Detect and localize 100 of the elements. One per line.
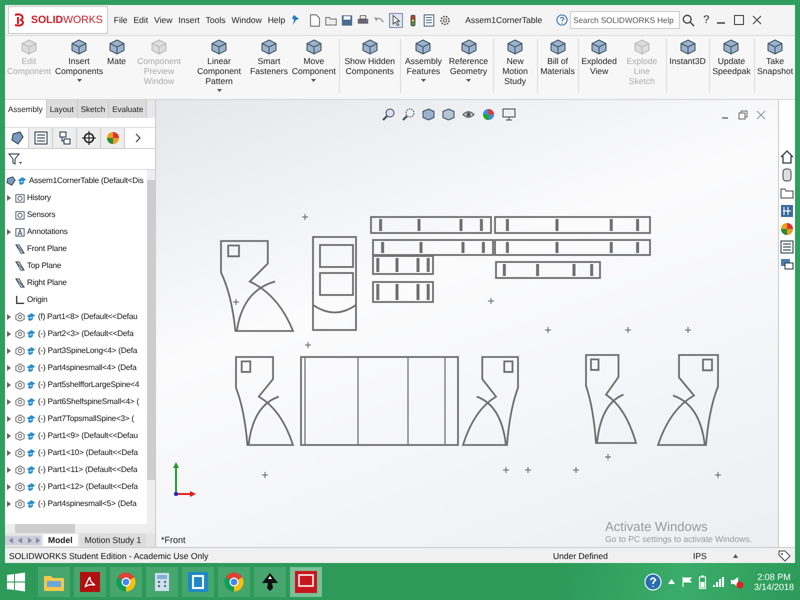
chevron-icon[interactable] bbox=[135, 133, 141, 143]
tree-item[interactable]: History bbox=[27, 193, 51, 202]
menu-item[interactable]: Help bbox=[268, 15, 286, 25]
ribbon-button[interactable]: Reference Geometry bbox=[445, 39, 492, 82]
expand-arrow-icon[interactable] bbox=[7, 194, 11, 200]
ribbon-button[interactable]: Smart Fasteners bbox=[248, 39, 290, 76]
tree-item[interactable]: (-) Part1<9> (Default<<Defau bbox=[38, 431, 138, 440]
maximize-icon[interactable] bbox=[733, 14, 746, 26]
taskbar-app[interactable] bbox=[182, 566, 214, 596]
expand-arrow-icon[interactable] bbox=[7, 382, 11, 388]
battery-icon[interactable] bbox=[698, 574, 706, 588]
tree-item[interactable]: (-) Part2<3> (Default<<Defa bbox=[38, 329, 134, 338]
expand-arrow-icon[interactable] bbox=[7, 466, 11, 472]
tree-item[interactable]: (-) Part1<10> (Default<<Defa bbox=[38, 448, 138, 457]
command-tab[interactable]: Evaluate bbox=[109, 100, 148, 118]
scrollbar[interactable] bbox=[5, 524, 155, 533]
command-tab[interactable]: Sketch bbox=[78, 100, 110, 118]
navigation-arrows-icon[interactable] bbox=[5, 536, 41, 544]
menu-item[interactable]: Edit bbox=[133, 15, 148, 25]
tree-item[interactable]: (-) Part4spinesmall<4> (Defa bbox=[38, 363, 137, 372]
cube-icon[interactable] bbox=[442, 108, 455, 121]
sphere-icon[interactable] bbox=[482, 108, 495, 121]
units-selector[interactable]: IPS bbox=[693, 550, 733, 560]
pin-icon[interactable] bbox=[291, 14, 302, 26]
caret-icon[interactable] bbox=[668, 579, 675, 584]
restore-icon[interactable] bbox=[738, 110, 748, 120]
zoom-area-icon[interactable] bbox=[402, 108, 415, 121]
expand-arrow-icon[interactable] bbox=[7, 330, 11, 336]
expand-arrow-icon[interactable] bbox=[7, 228, 11, 234]
ribbon-button[interactable]: Move Component bbox=[290, 39, 338, 82]
chat-icon[interactable] bbox=[780, 258, 794, 272]
sphere-icon[interactable] bbox=[780, 222, 794, 236]
app-logo[interactable]: SOLIDWORKS bbox=[8, 6, 108, 34]
home-icon[interactable] bbox=[780, 150, 794, 164]
tree-item[interactable]: (-) Part5shelfforLargeSpine<4 bbox=[38, 380, 140, 389]
expand-arrow-icon[interactable] bbox=[7, 416, 11, 422]
tree-item[interactable]: Assem1CornerTable (Default<Dis bbox=[29, 176, 144, 185]
panel-tab[interactable] bbox=[77, 128, 101, 148]
help-menu[interactable]: ? bbox=[703, 14, 710, 26]
start-icon[interactable] bbox=[6, 572, 26, 592]
ribbon-button[interactable]: Show Hidden Components bbox=[340, 39, 400, 76]
tree-item[interactable]: (-) Part6ShelfspineSmall<4> ( bbox=[38, 397, 140, 406]
panel-tab[interactable] bbox=[29, 128, 53, 148]
ribbon-button[interactable]: Update Speedpak bbox=[710, 39, 753, 76]
expand-arrow-icon[interactable] bbox=[7, 348, 11, 354]
tree-item[interactable]: (-) Part3SpineLong<4> (Defa bbox=[38, 346, 138, 355]
ribbon-button[interactable]: Assembly Features bbox=[402, 39, 446, 82]
model-tab[interactable]: Model bbox=[43, 534, 78, 546]
cursor-icon[interactable] bbox=[389, 12, 404, 28]
ribbon-button[interactable]: New Motion Study bbox=[494, 39, 536, 86]
help-icon[interactable] bbox=[644, 572, 662, 590]
search-icon[interactable] bbox=[682, 14, 696, 26]
tree-item[interactable]: (-) Part1<12> (Default<<Defa bbox=[38, 482, 138, 491]
signal-icon[interactable] bbox=[712, 576, 724, 588]
menu-item[interactable]: View bbox=[154, 15, 172, 25]
ribbon-button[interactable]: Linear Component Pattern bbox=[190, 39, 248, 92]
taskbar-app[interactable] bbox=[254, 566, 286, 596]
tree-item[interactable]: Sensors bbox=[27, 210, 56, 219]
model-tab[interactable]: Motion Study 1 bbox=[80, 534, 146, 546]
tree-item[interactable]: Right Plane bbox=[27, 278, 67, 287]
command-tab[interactable]: Layout bbox=[46, 100, 78, 118]
tree-item[interactable]: (f) Part1<8> (Default<<Defau bbox=[38, 312, 138, 321]
expand-arrow-icon[interactable] bbox=[7, 364, 11, 370]
tree-item[interactable]: (-) Part7TopsmallSpine<3> ( bbox=[38, 414, 134, 423]
scrollbar[interactable] bbox=[147, 170, 155, 524]
taskbar-app[interactable] bbox=[290, 566, 322, 596]
tree-item[interactable]: Front Plane bbox=[27, 244, 67, 253]
caret-icon[interactable] bbox=[733, 554, 738, 558]
save-icon[interactable] bbox=[341, 14, 354, 26]
tree-item[interactable]: Top Plane bbox=[27, 261, 62, 270]
expand-arrow-icon[interactable] bbox=[7, 450, 11, 456]
expand-arrow-icon[interactable] bbox=[7, 500, 11, 506]
grid-icon[interactable] bbox=[780, 204, 794, 218]
document-icon[interactable] bbox=[309, 14, 322, 26]
ribbon-button[interactable]: Take Snapshot bbox=[755, 39, 796, 76]
folder-icon[interactable] bbox=[780, 186, 794, 200]
zoom-icon[interactable] bbox=[382, 108, 395, 121]
tree-item[interactable]: Origin bbox=[27, 295, 48, 304]
taskbar-app[interactable] bbox=[74, 566, 106, 596]
tree-item[interactable]: Annotations bbox=[27, 227, 68, 236]
taskbar-app[interactable] bbox=[218, 566, 250, 596]
tree-item[interactable]: (-) Part1<11> (Default<<Defa bbox=[38, 465, 138, 474]
cylinder-icon[interactable] bbox=[780, 168, 794, 182]
filter-icon[interactable] bbox=[8, 153, 22, 165]
expand-arrow-icon[interactable] bbox=[7, 398, 11, 404]
ribbon-button[interactable]: Mate bbox=[105, 39, 128, 66]
panel-tab[interactable] bbox=[53, 128, 77, 148]
ribbon-button[interactable]: Insert Components bbox=[52, 39, 106, 82]
ribbon-button[interactable]: Instant3D bbox=[667, 39, 708, 66]
menu-item[interactable]: Insert bbox=[178, 15, 200, 25]
print-icon[interactable] bbox=[357, 14, 370, 26]
cube-icon[interactable] bbox=[422, 108, 435, 121]
expand-arrow-icon[interactable] bbox=[7, 484, 11, 490]
taskbar-app[interactable] bbox=[110, 566, 142, 596]
ribbon-button[interactable]: Exploded View bbox=[579, 39, 619, 76]
expand-arrow-icon[interactable] bbox=[7, 432, 11, 438]
flag-icon[interactable] bbox=[680, 576, 693, 588]
tree-item[interactable]: (-) Part4spinesmall<5> (Defa bbox=[38, 499, 137, 508]
volume-icon[interactable] bbox=[730, 574, 744, 588]
expand-arrow-icon[interactable] bbox=[7, 314, 11, 320]
